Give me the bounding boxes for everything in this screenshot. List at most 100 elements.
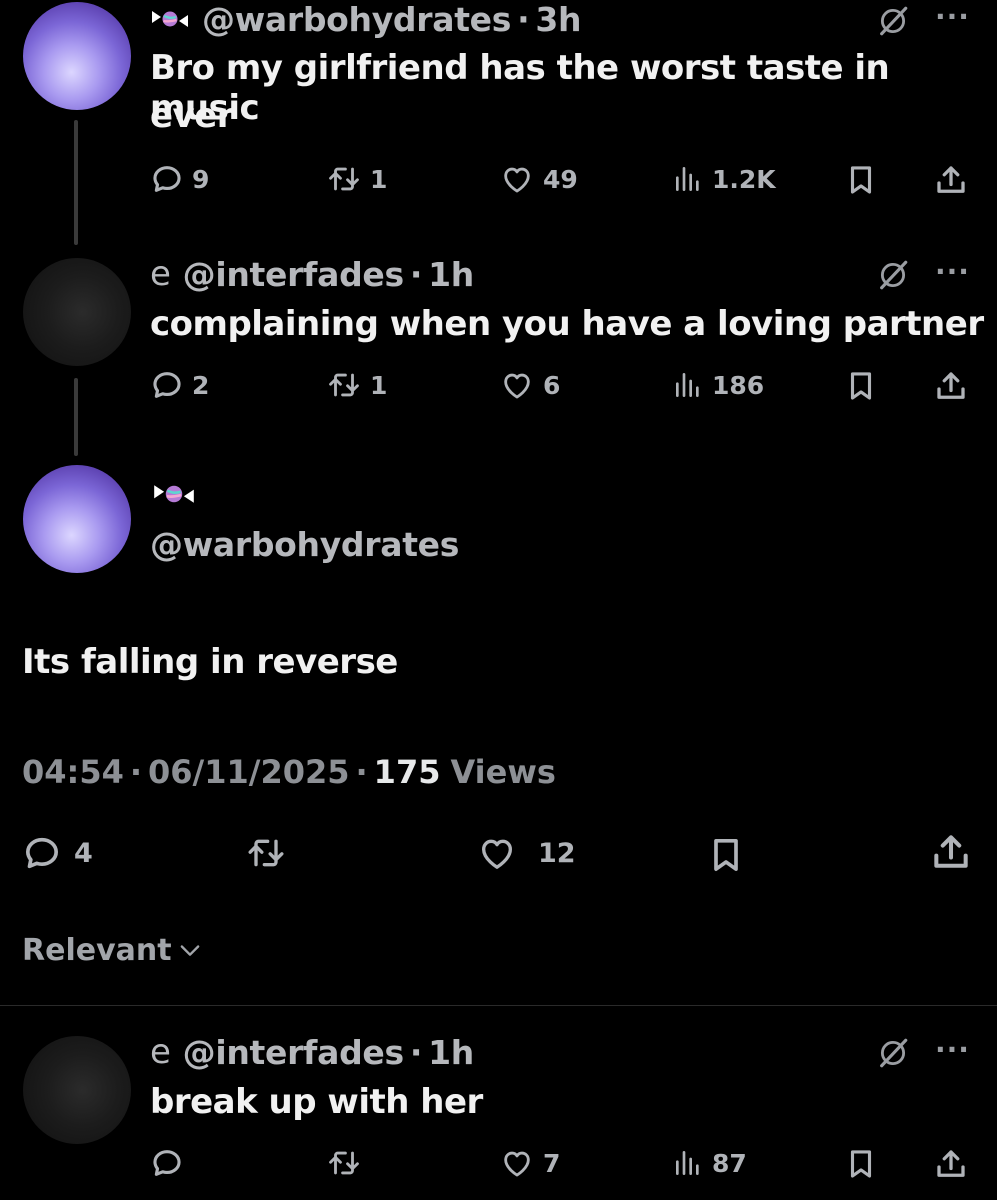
main-tweet-meta: 04:54 · 06/11/2025 · 175 Views bbox=[22, 752, 556, 792]
tweet1-text-line1: Bro my girlfriend has the worst taste in… bbox=[150, 48, 890, 128]
tweet2-text: complaining when you have a loving partn… bbox=[150, 304, 984, 344]
avatar-interfades[interactable] bbox=[23, 258, 131, 366]
grok-icon[interactable] bbox=[876, 4, 910, 38]
reply-icon bbox=[150, 368, 184, 402]
main-tweet-date[interactable]: 06/11/2025 bbox=[148, 753, 350, 791]
tweet1-repost-count: 1 bbox=[370, 164, 388, 194]
reply1-text: break up with her bbox=[150, 1082, 483, 1122]
main-tweet-time[interactable]: 04:54 bbox=[22, 753, 124, 791]
avatar-warbohydrates[interactable] bbox=[23, 2, 131, 110]
sort-dropdown[interactable]: Relevant bbox=[22, 930, 204, 970]
main-tweet-bookmark-button[interactable] bbox=[706, 833, 746, 877]
tweet1-views-count: 1.2K bbox=[712, 164, 776, 194]
more-icon[interactable]: ··· bbox=[935, 255, 970, 288]
repost-icon bbox=[244, 833, 288, 873]
tweet1-bookmark-button[interactable] bbox=[844, 162, 878, 198]
tweet2-share-button[interactable] bbox=[933, 368, 969, 404]
tweet2-views-count: 186 bbox=[712, 370, 765, 400]
main-tweet-reply-count: 4 bbox=[74, 837, 93, 869]
reply1-bookmark-button[interactable] bbox=[844, 1146, 878, 1182]
like-icon bbox=[499, 162, 535, 196]
main-tweet-reply-button[interactable]: 4 bbox=[22, 833, 93, 873]
like-icon bbox=[476, 833, 518, 873]
repost-icon bbox=[326, 1146, 362, 1180]
main-tweet-repost-button[interactable] bbox=[244, 833, 288, 873]
main-tweet-like-count: 12 bbox=[538, 837, 576, 869]
meta-sep: · bbox=[129, 753, 143, 791]
tweet1-repost-button[interactable]: 1 bbox=[326, 162, 387, 196]
tweet2-like-button[interactable]: 6 bbox=[499, 368, 560, 402]
more-icon[interactable]: ··· bbox=[935, 0, 970, 33]
reply1-share-button[interactable] bbox=[933, 1146, 969, 1182]
reply1-repost-button[interactable] bbox=[326, 1146, 362, 1180]
thread-line bbox=[74, 378, 78, 456]
reply1-views-count: 87 bbox=[712, 1148, 747, 1178]
share-icon bbox=[933, 368, 969, 404]
tweet1-handle[interactable]: @warbohydrates bbox=[202, 0, 511, 39]
avatar-interfades[interactable] bbox=[23, 1036, 131, 1144]
views-icon bbox=[672, 1146, 704, 1180]
reply1-sep: · bbox=[409, 1032, 423, 1072]
candy-icon bbox=[150, 7, 190, 31]
main-tweet-share-button[interactable] bbox=[929, 830, 973, 874]
reply-icon bbox=[150, 162, 184, 196]
like-icon bbox=[499, 1146, 535, 1180]
tweet1-header: @warbohydrates · 3h bbox=[150, 0, 582, 39]
e-icon: e bbox=[150, 254, 171, 294]
tweet1-share-button[interactable] bbox=[933, 162, 969, 198]
tweet1-like-button[interactable]: 49 bbox=[499, 162, 578, 196]
tweet2-views-button[interactable]: 186 bbox=[672, 368, 764, 402]
tweet1-sep: · bbox=[517, 0, 530, 39]
main-tweet-views-label: Views bbox=[450, 753, 556, 791]
divider bbox=[0, 1005, 997, 1006]
views-icon bbox=[672, 162, 704, 196]
tweet1-time[interactable]: 3h bbox=[535, 0, 581, 39]
tweet2-like-count: 6 bbox=[543, 370, 561, 400]
tweet2-time[interactable]: 1h bbox=[428, 255, 474, 294]
reply1-handle[interactable]: @interfades bbox=[183, 1033, 405, 1072]
reply1-like-button[interactable]: 7 bbox=[499, 1146, 560, 1180]
repost-icon bbox=[326, 368, 362, 402]
reply1-header: e @interfades · 1h bbox=[150, 1032, 474, 1072]
tweet2-reply-button[interactable]: 2 bbox=[150, 368, 209, 402]
reply1-time[interactable]: 1h bbox=[428, 1033, 474, 1072]
views-icon bbox=[672, 368, 704, 402]
tweet1-text-line2: ever bbox=[150, 96, 234, 136]
bookmark-icon bbox=[706, 833, 746, 877]
chevron-down-icon bbox=[180, 945, 199, 956]
bookmark-icon bbox=[844, 1146, 878, 1182]
reply-icon bbox=[22, 833, 62, 873]
main-tweet-views-count: 175 bbox=[373, 753, 441, 791]
reply1-reply-button[interactable] bbox=[150, 1146, 184, 1180]
repost-icon bbox=[326, 162, 362, 196]
more-icon[interactable]: ··· bbox=[935, 1033, 970, 1066]
thread-line bbox=[74, 120, 78, 245]
tweet2-bookmark-button[interactable] bbox=[844, 368, 878, 404]
like-icon bbox=[499, 368, 535, 402]
tweet1-reply-button[interactable]: 9 bbox=[150, 162, 209, 196]
tweet1-reply-count: 9 bbox=[192, 164, 210, 194]
tweet1-views-button[interactable]: 1.2K bbox=[672, 162, 776, 196]
tweet2-reply-count: 2 bbox=[192, 370, 210, 400]
avatar-warbohydrates[interactable] bbox=[23, 465, 131, 573]
tweet2-repost-count: 1 bbox=[370, 370, 388, 400]
tweet1-like-count: 49 bbox=[543, 164, 578, 194]
reply-icon bbox=[150, 1146, 184, 1180]
grok-icon[interactable] bbox=[876, 1036, 910, 1070]
tweet2-handle[interactable]: @interfades bbox=[183, 255, 405, 294]
bookmark-icon bbox=[844, 368, 878, 404]
main-tweet-like-button[interactable]: 12 bbox=[476, 833, 576, 873]
sort-label: Relevant bbox=[22, 932, 172, 968]
tweet2-header: e @interfades · 1h bbox=[150, 254, 474, 294]
tweet2-sep: · bbox=[409, 254, 423, 294]
reply1-views-button[interactable]: 87 bbox=[672, 1146, 747, 1180]
grok-icon[interactable] bbox=[876, 258, 910, 292]
share-icon bbox=[933, 162, 969, 198]
main-tweet-handle[interactable]: @warbohydrates bbox=[150, 525, 459, 564]
candy-icon bbox=[152, 480, 196, 508]
e-icon: e bbox=[150, 1032, 171, 1072]
main-tweet-text: Its falling in reverse bbox=[22, 642, 398, 682]
tweet2-repost-button[interactable]: 1 bbox=[326, 368, 387, 402]
meta-sep: · bbox=[355, 753, 368, 791]
share-icon bbox=[933, 1146, 969, 1182]
